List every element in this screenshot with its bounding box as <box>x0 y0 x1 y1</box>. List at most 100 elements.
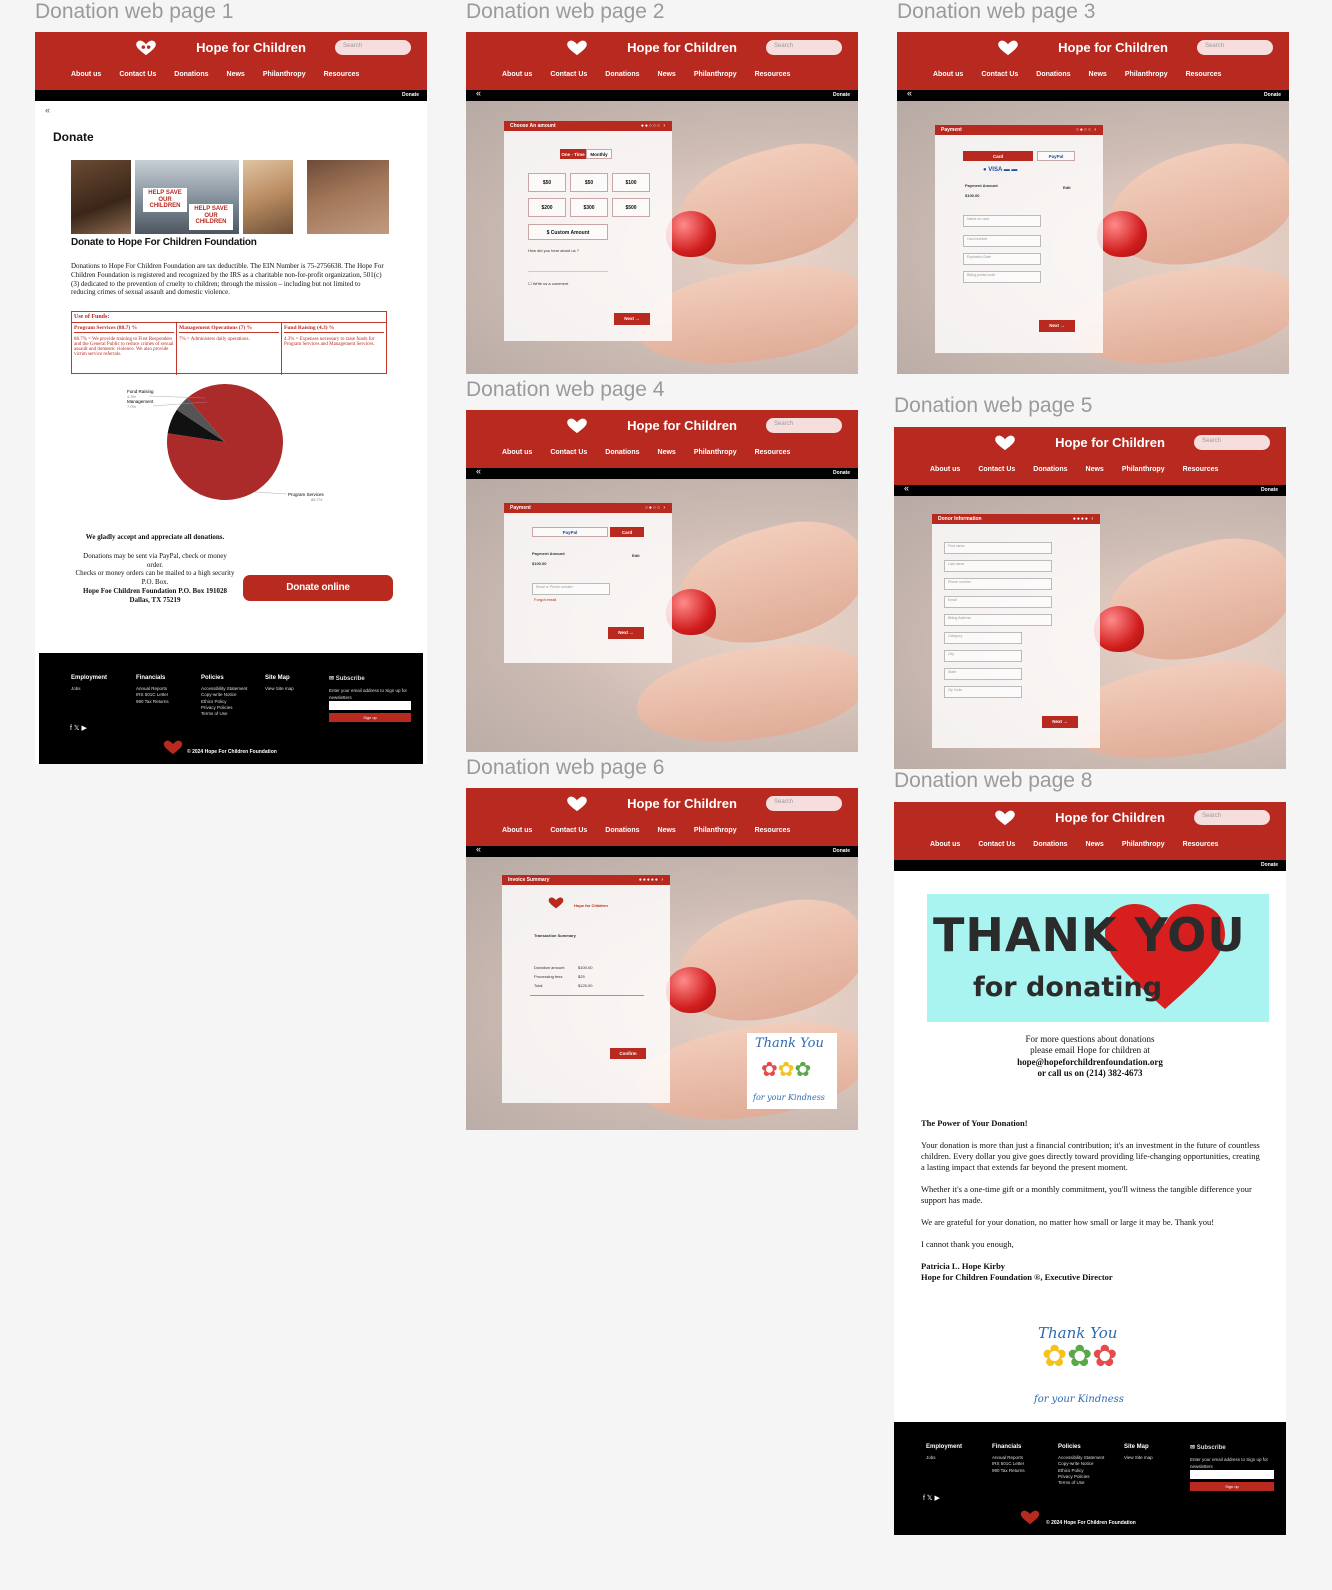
nav-news[interactable]: News <box>1086 466 1104 473</box>
footer-link-jobs[interactable]: Jobs <box>71 686 107 692</box>
paypal-email-field[interactable]: Email or Phone number <box>532 583 610 595</box>
phone-number-field[interactable]: Phone number <box>944 578 1052 590</box>
social-icons[interactable]: f 𝕏 ▶ <box>923 1494 940 1502</box>
nav-about[interactable]: About us <box>502 449 532 456</box>
state-field[interactable]: State <box>944 668 1022 680</box>
billing-address-field[interactable]: Billing Address <box>944 614 1052 626</box>
first-name-field[interactable]: First name <box>944 542 1052 554</box>
city-field[interactable]: City <box>944 650 1022 662</box>
nav-resources[interactable]: Resources <box>324 71 360 78</box>
nav-donations[interactable]: Donations <box>605 827 639 834</box>
nav-about[interactable]: About us <box>502 827 532 834</box>
nav-resources[interactable]: Resources <box>755 71 791 78</box>
nav-resources[interactable]: Resources <box>755 827 791 834</box>
footer-link[interactable]: View Site map <box>1124 1455 1153 1461</box>
sub-donate-link[interactable]: Donate <box>1261 862 1278 868</box>
nav-donations[interactable]: Donations <box>1033 841 1067 848</box>
heard-about-input[interactable] <box>528 256 608 272</box>
edit-amount-link[interactable]: Edit <box>632 553 640 558</box>
nav-news[interactable]: News <box>658 71 676 78</box>
footer-link[interactable]: IRS 501C Letter <box>136 692 169 698</box>
contact-email-link[interactable]: hope@hopeforchildrenfoundation.org <box>894 1057 1286 1068</box>
nav-news[interactable]: News <box>227 71 245 78</box>
nav-about[interactable]: About us <box>930 466 960 473</box>
subscribe-email-input[interactable] <box>329 701 411 710</box>
nav-contact[interactable]: Contact Us <box>981 71 1018 78</box>
name-on-card-field[interactable]: Name on card <box>963 215 1041 227</box>
nav-about[interactable]: About us <box>502 71 532 78</box>
nav-contact[interactable]: Contact Us <box>550 449 587 456</box>
nav-contact[interactable]: Contact Us <box>978 841 1015 848</box>
footer-link[interactable]: IRS 501C Letter <box>992 1461 1025 1467</box>
zip-code-field[interactable]: Zip Code <box>944 686 1022 698</box>
footer-link[interactable]: Terms of Use <box>201 711 247 717</box>
sign-up-button[interactable]: Sign up <box>329 713 411 722</box>
sub-donate-link[interactable]: Donate <box>833 470 850 476</box>
amount-option[interactable]: $50 <box>528 173 566 192</box>
paypal-tab[interactable]: PayPal <box>532 527 608 537</box>
nav-donations[interactable]: Donations <box>174 71 208 78</box>
nav-contact[interactable]: Contact Us <box>550 827 587 834</box>
next-button[interactable]: Next → <box>1039 320 1075 332</box>
nav-resources[interactable]: Resources <box>1186 71 1222 78</box>
sub-donate-link[interactable]: Donate <box>833 92 850 98</box>
footer-link[interactable]: Terms of Use <box>1058 1480 1104 1486</box>
nav-philanthropy[interactable]: Philanthropy <box>263 71 306 78</box>
subscribe-email-input[interactable] <box>1190 1470 1274 1479</box>
back-chevron-icon[interactable]: « <box>476 844 481 854</box>
nav-philanthropy[interactable]: Philanthropy <box>1122 841 1165 848</box>
card-number-field[interactable]: Card number <box>963 235 1041 247</box>
nav-donations[interactable]: Donations <box>605 449 639 456</box>
search-input[interactable]: Search <box>1197 40 1273 55</box>
search-input[interactable]: Search <box>766 418 842 433</box>
back-chevron-icon[interactable]: « <box>45 105 50 115</box>
search-input[interactable]: Search <box>335 40 411 55</box>
card-tab[interactable]: Card <box>963 151 1033 161</box>
sub-donate-link[interactable]: Donate <box>402 92 419 98</box>
sub-donate-link[interactable]: Donate <box>833 848 850 854</box>
search-input[interactable]: Search <box>766 796 842 811</box>
expiration-date-field[interactable]: Expiration Date <box>963 253 1041 265</box>
one-time-toggle[interactable]: One - Time <box>560 149 586 159</box>
next-button[interactable]: Next → <box>1042 716 1078 728</box>
nav-news[interactable]: News <box>1089 71 1107 78</box>
custom-amount-input[interactable]: $ Custom Amount <box>528 224 608 240</box>
nav-resources[interactable]: Resources <box>1183 841 1219 848</box>
social-icons[interactable]: f 𝕏 ▶ <box>70 724 87 732</box>
nav-contact[interactable]: Contact Us <box>978 466 1015 473</box>
donate-online-button[interactable]: Donate online <box>243 575 393 601</box>
forgot-email-link[interactable]: Forgot email <box>534 597 556 602</box>
nav-news[interactable]: News <box>658 827 676 834</box>
nav-about[interactable]: About us <box>930 841 960 848</box>
comment-checkbox[interactable]: ☐ Write us a comment <box>528 281 568 286</box>
sub-donate-link[interactable]: Donate <box>1261 487 1278 493</box>
card-tab[interactable]: Card <box>610 527 644 537</box>
next-button[interactable]: Next → <box>614 313 650 325</box>
amount-option[interactable]: $50 <box>570 173 608 192</box>
back-chevron-icon[interactable]: « <box>904 483 909 493</box>
nav-philanthropy[interactable]: Philanthropy <box>694 449 737 456</box>
nav-donations[interactable]: Donations <box>1036 71 1070 78</box>
nav-philanthropy[interactable]: Philanthropy <box>1125 71 1168 78</box>
nav-donations[interactable]: Donations <box>605 71 639 78</box>
search-input[interactable]: Search <box>1194 810 1270 825</box>
back-chevron-icon[interactable]: « <box>907 88 912 98</box>
confirm-button[interactable]: Confirm <box>610 1048 646 1059</box>
sub-donate-link[interactable]: Donate <box>1264 92 1281 98</box>
next-button[interactable]: Next → <box>608 627 644 639</box>
footer-link[interactable]: 990 Tax Returns <box>992 1468 1025 1474</box>
search-input[interactable]: Search <box>766 40 842 55</box>
nav-about[interactable]: About us <box>933 71 963 78</box>
amount-option[interactable]: $500 <box>612 198 650 217</box>
footer-link[interactable]: View Site map <box>265 686 294 692</box>
billing-postal-code-field[interactable]: Billing postal code <box>963 271 1041 283</box>
nav-about[interactable]: About us <box>71 71 101 78</box>
sign-up-button[interactable]: Sign up <box>1190 1482 1274 1491</box>
nav-contact[interactable]: Contact Us <box>119 71 156 78</box>
last-name-field[interactable]: Last name <box>944 560 1052 572</box>
search-input[interactable]: Search <box>1194 435 1270 450</box>
category-field[interactable]: Category <box>944 632 1022 644</box>
footer-link[interactable]: 990 Tax Returns <box>136 699 169 705</box>
nav-donations[interactable]: Donations <box>1033 466 1067 473</box>
nav-contact[interactable]: Contact Us <box>550 71 587 78</box>
